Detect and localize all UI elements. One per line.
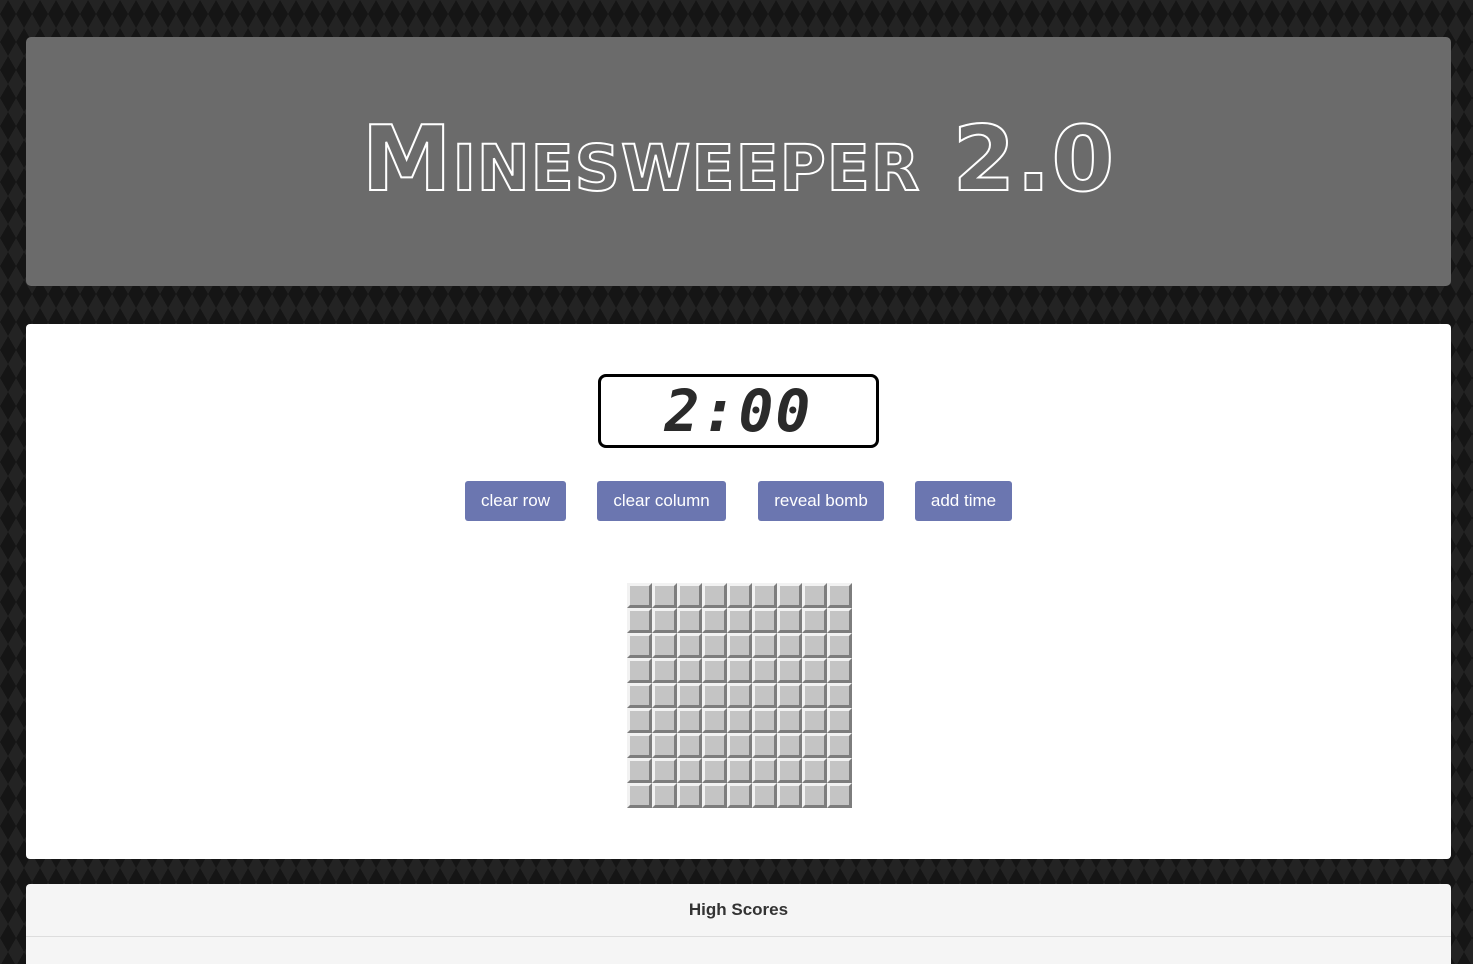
minefield-cell[interactable] bbox=[627, 658, 652, 683]
minefield-cell[interactable] bbox=[802, 633, 827, 658]
minefield-cell[interactable] bbox=[677, 783, 702, 808]
minefield-cell[interactable] bbox=[827, 608, 852, 633]
minefield-cell[interactable] bbox=[827, 733, 852, 758]
minefield-cell[interactable] bbox=[677, 633, 702, 658]
clear-column-button[interactable]: clear column bbox=[597, 481, 726, 521]
minefield-cell[interactable] bbox=[677, 758, 702, 783]
minefield-cell[interactable] bbox=[702, 608, 727, 633]
minefield-cell[interactable] bbox=[652, 658, 677, 683]
minefield-cell[interactable] bbox=[727, 608, 752, 633]
high-scores-header: High Scores bbox=[26, 884, 1451, 937]
minefield-cell[interactable] bbox=[627, 758, 652, 783]
minefield-cell[interactable] bbox=[802, 683, 827, 708]
high-scores-title: High Scores bbox=[688, 900, 789, 919]
minefield-cell[interactable] bbox=[652, 733, 677, 758]
minefield-cell[interactable] bbox=[827, 633, 852, 658]
minefield-cell[interactable] bbox=[677, 658, 702, 683]
minefield-cell[interactable] bbox=[652, 758, 677, 783]
minefield-cell[interactable] bbox=[802, 733, 827, 758]
minefield-cell[interactable] bbox=[677, 583, 702, 608]
minefield-cell[interactable] bbox=[627, 608, 652, 633]
minefield-cell[interactable] bbox=[677, 733, 702, 758]
minefield-cell[interactable] bbox=[727, 658, 752, 683]
minefield-cell[interactable] bbox=[777, 758, 802, 783]
minefield-cell[interactable] bbox=[777, 683, 802, 708]
minefield-cell[interactable] bbox=[827, 583, 852, 608]
minefield-cell[interactable] bbox=[727, 633, 752, 658]
game-panel: 2:00 clear row clear column reveal bomb … bbox=[26, 324, 1451, 859]
minefield-cell[interactable] bbox=[777, 733, 802, 758]
minefield-cell[interactable] bbox=[752, 658, 777, 683]
minefield-cell[interactable] bbox=[727, 758, 752, 783]
minefield-cell[interactable] bbox=[652, 633, 677, 658]
minefield-cell[interactable] bbox=[652, 783, 677, 808]
minefield-cell[interactable] bbox=[677, 608, 702, 633]
game-title: Minesweeper 2.0 bbox=[361, 106, 1116, 213]
minefield-cell[interactable] bbox=[752, 633, 777, 658]
minefield-cell[interactable] bbox=[752, 733, 777, 758]
minefield-cell[interactable] bbox=[727, 733, 752, 758]
minefield-cell[interactable] bbox=[702, 658, 727, 683]
minefield-cell[interactable] bbox=[677, 683, 702, 708]
minefield-cell[interactable] bbox=[827, 658, 852, 683]
minefield-cell[interactable] bbox=[802, 608, 827, 633]
minefield-cell[interactable] bbox=[827, 708, 852, 733]
minefield-cell[interactable] bbox=[627, 683, 652, 708]
minefield-cell[interactable] bbox=[702, 758, 727, 783]
minefield-cell[interactable] bbox=[652, 583, 677, 608]
title-banner: Minesweeper 2.0 bbox=[26, 37, 1451, 286]
minefield-cell[interactable] bbox=[702, 733, 727, 758]
minefield-cell[interactable] bbox=[702, 583, 727, 608]
minefield-cell[interactable] bbox=[702, 708, 727, 733]
minefield-cell[interactable] bbox=[752, 683, 777, 708]
minefield-cell[interactable] bbox=[652, 608, 677, 633]
minefield-cell[interactable] bbox=[727, 683, 752, 708]
minefield-cell[interactable] bbox=[827, 783, 852, 808]
minefield-cell[interactable] bbox=[702, 633, 727, 658]
minefield-cell[interactable] bbox=[627, 733, 652, 758]
minefield-cell[interactable] bbox=[752, 608, 777, 633]
minefield-cell[interactable] bbox=[652, 708, 677, 733]
clear-row-button[interactable]: clear row bbox=[465, 481, 566, 521]
minefield-cell[interactable] bbox=[627, 708, 652, 733]
minefield-cell[interactable] bbox=[827, 758, 852, 783]
minefield-cell[interactable] bbox=[627, 633, 652, 658]
minefield-cell[interactable] bbox=[752, 758, 777, 783]
minefield-cell[interactable] bbox=[727, 583, 752, 608]
title-wrap: Minesweeper 2.0 bbox=[361, 106, 1115, 213]
minefield-cell[interactable] bbox=[752, 708, 777, 733]
minefield-cell[interactable] bbox=[777, 783, 802, 808]
minefield-cell[interactable] bbox=[702, 783, 727, 808]
minefield-cell[interactable] bbox=[727, 783, 752, 808]
high-scores-panel: High Scores bbox=[26, 884, 1451, 964]
minefield-cell[interactable] bbox=[802, 783, 827, 808]
reveal-bomb-button[interactable]: reveal bomb bbox=[758, 481, 884, 521]
timer-display: 2:00 bbox=[664, 377, 813, 445]
minefield-board bbox=[627, 583, 852, 808]
minefield-cell[interactable] bbox=[777, 608, 802, 633]
minefield-cell[interactable] bbox=[827, 683, 852, 708]
minefield-cell[interactable] bbox=[752, 783, 777, 808]
minefield-cell[interactable] bbox=[777, 583, 802, 608]
minefield-cell[interactable] bbox=[802, 583, 827, 608]
countdown-timer: 2:00 bbox=[598, 374, 879, 448]
minefield-cell[interactable] bbox=[777, 633, 802, 658]
minefield-cell[interactable] bbox=[627, 583, 652, 608]
minefield-cell[interactable] bbox=[652, 683, 677, 708]
minefield-cell[interactable] bbox=[777, 658, 802, 683]
minefield-cell[interactable] bbox=[777, 708, 802, 733]
minefield-cell[interactable] bbox=[727, 708, 752, 733]
minefield-cell[interactable] bbox=[802, 708, 827, 733]
minefield-cell[interactable] bbox=[702, 683, 727, 708]
minefield-cell[interactable] bbox=[677, 708, 702, 733]
minefield-cell[interactable] bbox=[802, 658, 827, 683]
add-time-button[interactable]: add time bbox=[915, 481, 1012, 521]
minefield-cell[interactable] bbox=[802, 758, 827, 783]
minefield-cell[interactable] bbox=[752, 583, 777, 608]
minefield-cell[interactable] bbox=[627, 783, 652, 808]
